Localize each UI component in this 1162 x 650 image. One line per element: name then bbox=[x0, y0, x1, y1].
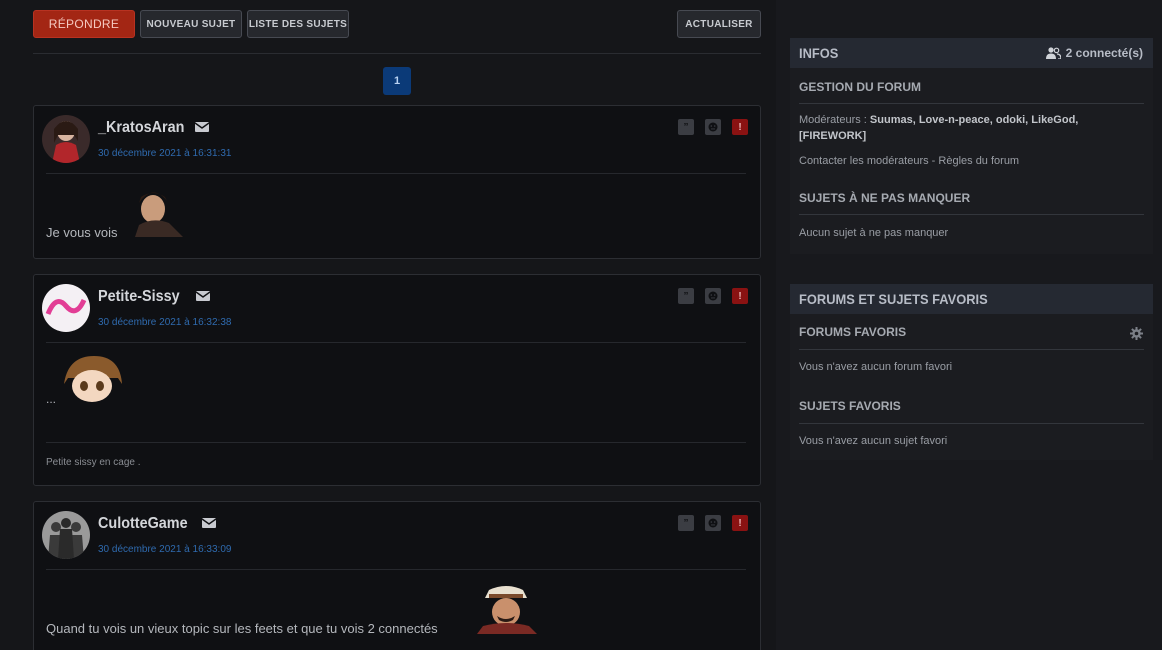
infos-panel-header: Infos 2 connecté(s) bbox=[790, 38, 1153, 68]
post-author[interactable]: _KratosAran bbox=[98, 119, 184, 137]
post-item: CulotteGame 30 décembre 2021 à 16:33:09 … bbox=[33, 501, 761, 650]
warning-icon[interactable] bbox=[705, 515, 721, 531]
post-date[interactable]: 30 décembre 2021 à 16:32:38 bbox=[98, 317, 231, 328]
avatar[interactable] bbox=[42, 284, 90, 332]
warning-icon[interactable] bbox=[705, 119, 721, 135]
section-divider bbox=[799, 214, 1144, 215]
mail-icon[interactable] bbox=[195, 122, 209, 132]
favorites-panel-header: Forums et sujets favoris bbox=[790, 284, 1153, 314]
topic-toolbar: Répondre Nouveau sujet Liste des sujets … bbox=[33, 10, 761, 38]
post-author[interactable]: CulotteGame bbox=[98, 515, 188, 533]
gear-icon[interactable] bbox=[1130, 327, 1143, 340]
post-date[interactable]: 30 décembre 2021 à 16:31:31 bbox=[98, 148, 231, 159]
must-see-title: Sujets à ne pas manquer bbox=[799, 191, 971, 205]
pagination-page-current[interactable]: 1 bbox=[383, 67, 411, 95]
online-count[interactable]: 2 connecté(s) bbox=[1045, 46, 1143, 60]
mail-icon[interactable] bbox=[202, 518, 216, 528]
avatar[interactable] bbox=[42, 115, 90, 163]
favorites-title: Forums et sujets favoris bbox=[799, 291, 988, 307]
post-item: Petite-Sissy 30 décembre 2021 à 16:32:38… bbox=[33, 274, 761, 486]
favorites-panel-body: Forums favoris Vous n'avez aucun forum f… bbox=[790, 314, 1153, 460]
contact-moderators-link[interactable]: Contacter les modérateurs - Règles du fo… bbox=[799, 153, 1019, 169]
warning-icon[interactable] bbox=[705, 288, 721, 304]
post-actions: ” ! bbox=[678, 288, 748, 304]
post-content: ... bbox=[46, 392, 57, 406]
column-gap bbox=[776, 0, 786, 650]
report-icon[interactable]: ! bbox=[732, 119, 748, 135]
mail-icon[interactable] bbox=[196, 291, 210, 301]
post-actions: ” ! bbox=[678, 515, 748, 531]
moderators-label: Modérateurs : bbox=[799, 114, 870, 126]
favorite-forums-title: Forums favoris bbox=[799, 325, 907, 339]
section-divider bbox=[799, 423, 1144, 424]
moderators-line: Modérateurs : Suumas, Love-n-peace, odok… bbox=[799, 112, 1144, 144]
refresh-button[interactable]: Actualiser bbox=[677, 10, 761, 38]
users-icon bbox=[1045, 47, 1061, 59]
signature-divider bbox=[46, 442, 746, 443]
toolbar-divider bbox=[33, 53, 761, 54]
quote-icon[interactable]: ” bbox=[678, 515, 694, 531]
post-signature: Petite sissy en cage . bbox=[46, 457, 141, 468]
report-icon[interactable]: ! bbox=[732, 288, 748, 304]
new-topic-button[interactable]: Nouveau sujet bbox=[140, 10, 242, 38]
topic-list-button[interactable]: Liste des sujets bbox=[247, 10, 349, 38]
sticker-image bbox=[58, 354, 126, 406]
post-divider bbox=[46, 569, 746, 570]
favorite-topics-empty: Vous n'avez aucun sujet favori bbox=[799, 435, 948, 447]
section-divider bbox=[799, 349, 1144, 350]
sticker-image bbox=[471, 582, 541, 634]
post-actions: ” ! bbox=[678, 119, 748, 135]
online-count-text: 2 connecté(s) bbox=[1065, 46, 1143, 60]
avatar[interactable] bbox=[42, 511, 90, 559]
post-author[interactable]: Petite-Sissy bbox=[98, 288, 180, 306]
must-see-empty: Aucun sujet à ne pas manquer bbox=[799, 227, 949, 239]
post-item: _KratosAran 30 décembre 2021 à 16:31:31 … bbox=[33, 105, 761, 259]
quote-icon[interactable]: ” bbox=[678, 288, 694, 304]
post-divider bbox=[46, 173, 746, 174]
infos-title: Infos bbox=[799, 45, 839, 61]
favorite-forums-empty: Vous n'avez aucun forum favori bbox=[799, 361, 953, 373]
post-divider bbox=[46, 342, 746, 343]
favorite-topics-title: Sujets favoris bbox=[799, 399, 901, 413]
reply-button[interactable]: Répondre bbox=[33, 10, 135, 38]
infos-panel-body: Gestion du forum Modérateurs : Suumas, L… bbox=[790, 68, 1153, 254]
report-icon[interactable]: ! bbox=[732, 515, 748, 531]
post-content: Quand tu vois un vieux topic sur les fee… bbox=[46, 621, 438, 636]
forum-management-title: Gestion du forum bbox=[799, 80, 921, 94]
sticker-image bbox=[129, 185, 185, 237]
post-content: Je vous vois bbox=[46, 225, 118, 240]
quote-icon[interactable]: ” bbox=[678, 119, 694, 135]
section-divider bbox=[799, 103, 1144, 104]
post-date[interactable]: 30 décembre 2021 à 16:33:09 bbox=[98, 544, 231, 555]
